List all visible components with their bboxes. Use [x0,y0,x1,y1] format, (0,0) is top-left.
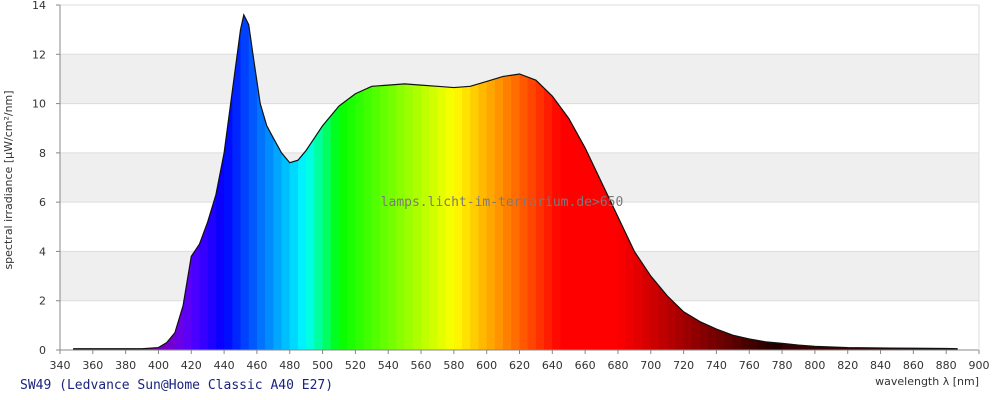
x-tick-label: 780 [772,359,793,372]
x-tick-label: 600 [476,359,497,372]
x-tick-label: 540 [378,359,399,372]
x-tick-label: 700 [640,359,661,372]
x-tick-label: 560 [411,359,432,372]
x-tick-label: 900 [969,359,990,372]
x-tick-label: 340 [50,359,71,372]
x-tick-label: 860 [903,359,924,372]
x-tick-label: 680 [607,359,628,372]
y-tick-label: 6 [39,196,46,209]
y-tick-label: 8 [39,147,46,160]
x-tick-label: 460 [246,359,267,372]
spectrum-chart: 340 360 380 400 420 440 460 480 500 520 540 560 580 6… [0,0,1000,400]
x-axis-label: wavelength λ [nm] [875,375,979,388]
y-axis-label: spectral irradiance [µW/cm²/nm] [2,90,15,269]
y-tick-label: 14 [32,0,46,12]
x-tick-label: 760 [739,359,760,372]
y-tick-label: 10 [32,98,46,111]
x-tick-label: 380 [115,359,136,372]
x-tick-label: 820 [837,359,858,372]
x-tick-label: 360 [82,359,103,372]
spectrum-chart-svg: 340 360 380 400 420 440 460 480 500 520 540 560 580 6… [2,0,990,393]
x-tick-label: 800 [804,359,825,372]
x-tick-label: 640 [542,359,563,372]
y-tick-label: 4 [39,245,46,258]
x-tick-label: 580 [443,359,464,372]
watermark-text: lamps.licht-im-terrarium.de>650 [381,195,624,210]
chart-title: SW49 (Ledvance Sun@Home Classic A40 E27) [20,378,333,393]
x-tick-label: 740 [706,359,727,372]
x-tick-label: 660 [575,359,596,372]
x-tick-label: 500 [312,359,333,372]
x-tick-label: 480 [279,359,300,372]
y-tick-label: 2 [39,295,46,308]
x-tick-label: 440 [214,359,235,372]
x-tick-label: 620 [509,359,530,372]
x-tick-label: 400 [148,359,169,372]
spectrum-band [240,14,249,350]
x-tick-label: 840 [870,359,891,372]
y-tick-label: 0 [39,344,46,357]
x-tick-label: 880 [936,359,957,372]
x-tick-label: 520 [345,359,366,372]
x-tick-label: 420 [181,359,202,372]
y-tick-label: 12 [32,48,46,61]
x-tick-label: 720 [673,359,694,372]
